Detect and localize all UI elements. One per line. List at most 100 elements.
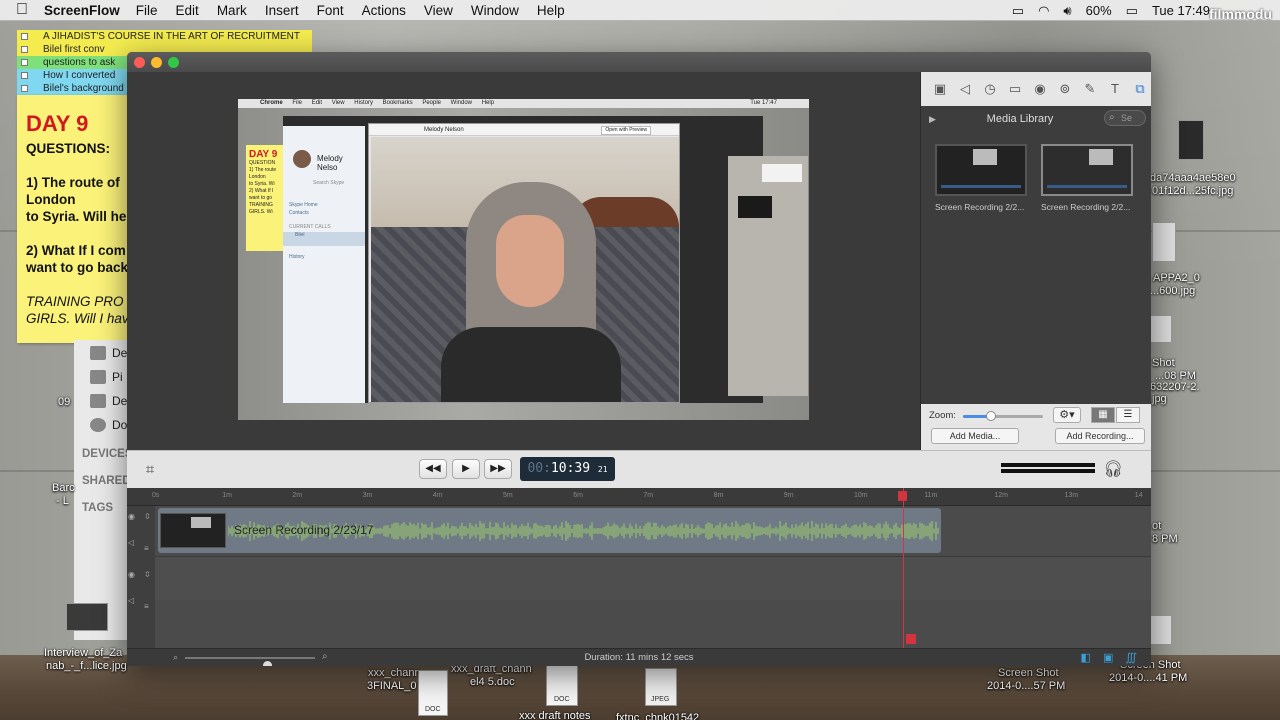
menu-actions[interactable]: Actions	[362, 3, 406, 18]
desktop-file-label[interactable]: APPA2_0	[1153, 272, 1200, 285]
desktop-file-label[interactable]: 8 PM	[1152, 533, 1178, 546]
playhead-line[interactable]	[903, 488, 904, 650]
add-media-button[interactable]: Add Media...	[931, 428, 1019, 444]
play-button[interactable]: ▶	[452, 459, 480, 479]
add-recording-button[interactable]: Add Recording...	[1055, 428, 1145, 444]
desktop-file-label[interactable]: 01f12d...25fc.jpg	[1152, 185, 1233, 198]
window-titlebar[interactable]	[127, 52, 1151, 72]
media-library-icon[interactable]: ⧉	[1131, 80, 1149, 98]
menu-view[interactable]: View	[424, 3, 453, 18]
menu-clock[interactable]: Tue 17:49	[1152, 3, 1210, 18]
minimize-window-icon[interactable]	[151, 57, 162, 68]
empty-track[interactable]	[155, 556, 1151, 600]
track-audio-icon[interactable]: ◁	[128, 538, 134, 547]
track-expand-icon[interactable]: ⇳	[144, 570, 151, 579]
desktop-file-label[interactable]: 3FINAL_0	[367, 680, 417, 693]
annotations-icon[interactable]: ⊚	[1056, 80, 1074, 98]
filmstrip-icon[interactable]: ▣	[1103, 651, 1113, 664]
crop-icon[interactable]: ⌗	[139, 460, 161, 480]
apple-menu-icon[interactable]: 	[0, 1, 44, 19]
media-item[interactable]: Screen Recording 2/2...	[935, 144, 1031, 212]
desktop-file-thumbnail[interactable]	[1152, 222, 1176, 262]
callout-icon[interactable]: ▭	[1006, 80, 1024, 98]
menu-help[interactable]: Help	[537, 3, 565, 18]
video-properties-icon[interactable]: ▣	[931, 80, 949, 98]
desktop-file-label[interactable]: 2014-0....41 PM	[1109, 672, 1187, 685]
battery-percent[interactable]: 60%	[1086, 3, 1112, 18]
playhead-bottom-marker[interactable]	[906, 634, 916, 644]
zoom-slider[interactable]	[963, 411, 1043, 421]
zoom-slider-knob[interactable]	[986, 411, 996, 421]
track-audio-icon[interactable]: ◁	[128, 596, 134, 605]
list-view-button[interactable]: ☰	[1116, 407, 1140, 423]
audio-properties-icon[interactable]: ◁	[956, 80, 974, 98]
menu-font[interactable]: Font	[317, 3, 344, 18]
doc-file-icon[interactable]: DOC	[546, 664, 578, 706]
rewind-button[interactable]: ◀◀	[419, 459, 447, 479]
menu-mark[interactable]: Mark	[217, 3, 247, 18]
text-icon[interactable]: T	[1106, 80, 1124, 98]
wifi-icon[interactable]: ◠	[1038, 3, 1049, 19]
finder-item[interactable]: De	[90, 346, 127, 360]
desktop-file-label[interactable]: 09	[58, 396, 70, 409]
desktop-file-label[interactable]: da74aaa4ae58e0	[1150, 172, 1236, 185]
desktop-file-label[interactable]: 2014-0....57 PM	[987, 680, 1065, 693]
audio-wave-icon[interactable]: ∭	[1125, 651, 1137, 664]
desktop-file-label[interactable]: xxx_chann	[368, 667, 421, 680]
finder-item[interactable]: Pi	[90, 370, 123, 384]
track-menu-icon[interactable]: ≡	[144, 544, 149, 553]
media-item[interactable]: Screen Recording 2/2...	[1041, 144, 1137, 212]
video-preview[interactable]: Chrome File Edit View History Bookmarks …	[238, 99, 809, 420]
timeline-clip[interactable]: Screen Recording 2/23/17	[158, 508, 941, 553]
app-menu[interactable]: ScreenFlow	[44, 3, 120, 18]
desktop-file-label[interactable]: fxtnc_chnk01542	[616, 712, 699, 720]
zoom-window-icon[interactable]	[168, 57, 179, 68]
menu-window[interactable]: Window	[471, 3, 519, 18]
headphones-icon[interactable]: 🎧︎	[1103, 459, 1123, 479]
screen-mirror-icon[interactable]: ▭	[1012, 3, 1024, 19]
grid-view-button[interactable]: ▦	[1091, 407, 1115, 423]
menu-insert[interactable]: Insert	[265, 3, 299, 18]
desktop-file-label[interactable]: el4 5.doc	[470, 676, 515, 689]
menu-edit[interactable]: Edit	[176, 3, 199, 18]
desktop-file-label[interactable]: Screen Shot	[998, 667, 1059, 680]
desktop-file-label[interactable]: - L	[56, 495, 69, 508]
doc-file-icon[interactable]: DOC	[418, 670, 448, 716]
desktop-file-thumbnail[interactable]	[1150, 315, 1172, 343]
track-menu-icon[interactable]: ≡	[144, 602, 149, 611]
desktop-file-thumbnail[interactable]	[1178, 120, 1204, 160]
close-window-icon[interactable]	[134, 57, 145, 68]
pen-icon[interactable]: ✎	[1081, 80, 1099, 98]
timeline[interactable]: 0s 1m 2m 3m 4m 5m 6m 7m 8m 9m 10m 11m 12m 13m 14 ◉ ⇳ ◁…	[127, 488, 1151, 666]
desktop-file-label[interactable]: xxx draft notes	[519, 710, 591, 720]
desktop-file-label[interactable]: jpg	[1152, 393, 1167, 406]
sticky-tab[interactable]: A JIHADIST'S COURSE IN THE ART OF RECRUI…	[17, 30, 312, 43]
playhead-handle[interactable]	[898, 491, 907, 501]
battery-icon[interactable]: ▭	[1126, 3, 1138, 19]
desktop-file-label[interactable]: Shot	[1152, 357, 1175, 370]
desktop-file-thumbnail[interactable]	[66, 603, 108, 631]
track-visibility-eye-icon[interactable]: ◉	[128, 570, 135, 579]
jpeg-file-icon[interactable]: JPEG	[645, 668, 677, 706]
desktop-file-thumbnail[interactable]	[1150, 615, 1172, 645]
desktop-file-label[interactable]: ot	[1152, 520, 1161, 533]
sticky-note[interactable]: DAY 9 QUESTIONS: 1) The route of London …	[17, 95, 129, 343]
gear-menu-button[interactable]: ⚙▾	[1053, 407, 1081, 423]
volume-icon[interactable]: 🔊︎	[1063, 3, 1071, 19]
snap-icon[interactable]: ◧	[1081, 651, 1091, 664]
screen-recording-icon[interactable]: ◷	[981, 80, 999, 98]
track-visibility-eye-icon[interactable]: ◉	[128, 512, 135, 521]
media-search-input[interactable]: ⌕ Se	[1104, 110, 1146, 126]
touch-callout-icon[interactable]: ◉	[1031, 80, 1049, 98]
desktop-file-label[interactable]: nab_-_f...lice.jpg	[46, 660, 127, 673]
timeline-ruler[interactable]: 0s 1m 2m 3m 4m 5m 6m 7m 8m 9m 10m 11m 12m 13m 14	[127, 488, 1151, 506]
desktop-file-label[interactable]: Interview_of_Za	[44, 647, 122, 660]
desktop-file-label[interactable]: Barc	[52, 482, 75, 495]
fast-forward-button[interactable]: ▶▶	[484, 459, 512, 479]
desktop-file-label[interactable]: ...600.jpg	[1150, 285, 1195, 298]
finder-item[interactable]: De	[90, 394, 127, 408]
track-expand-icon[interactable]: ⇳	[144, 512, 151, 521]
finder-item[interactable]: Do	[90, 418, 127, 432]
canvas-area[interactable]: Chrome File Edit View History Bookmarks …	[127, 72, 920, 450]
menu-file[interactable]: File	[136, 3, 158, 18]
